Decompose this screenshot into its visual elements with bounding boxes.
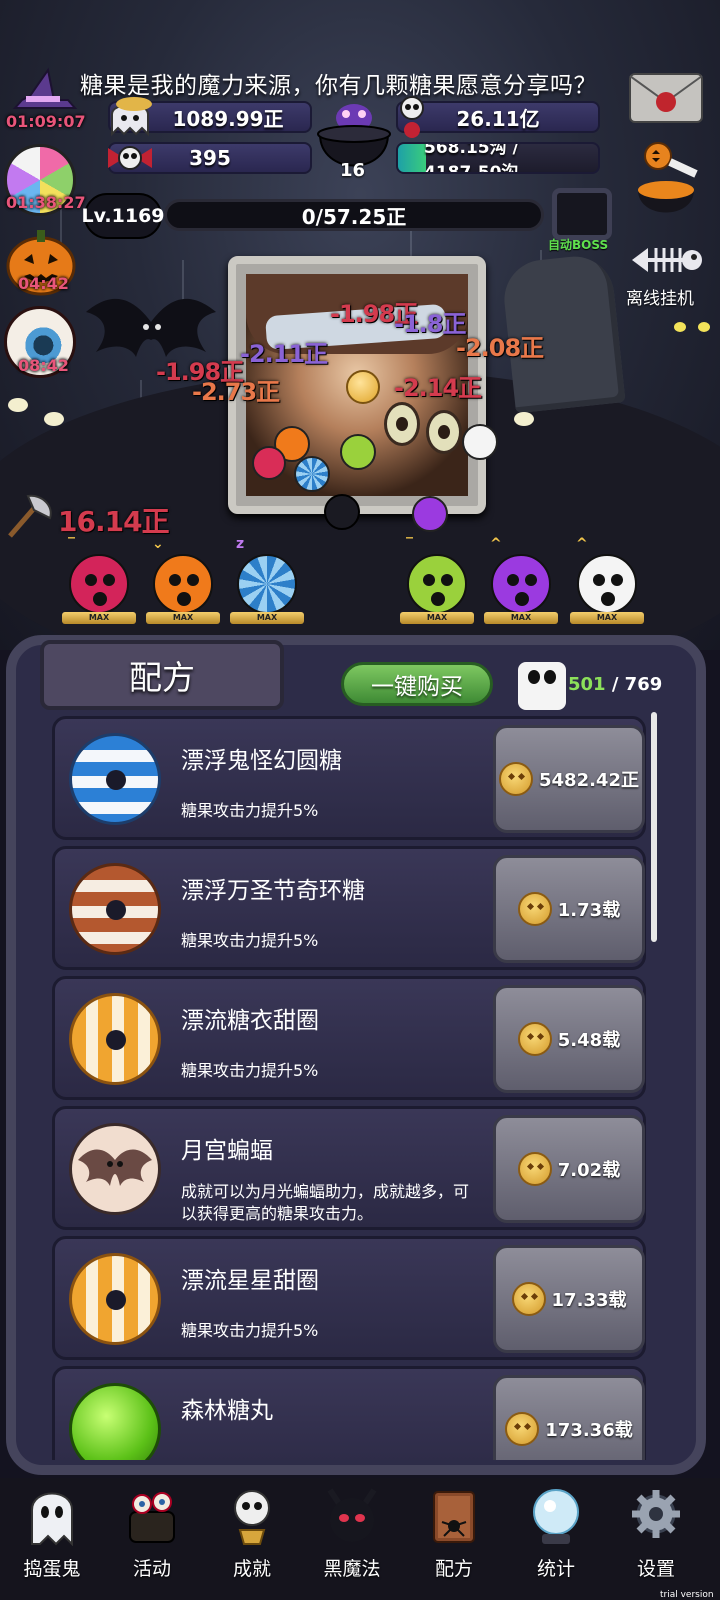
orange-donut-icon [69, 993, 161, 1085]
recipe-name: 漂浮鬼怪幻圆糖 [181, 748, 342, 774]
recipe-price: 5.48载 [557, 1030, 621, 1051]
nav-label: 黑魔法 [323, 1558, 381, 1580]
buy-recipe-button[interactable]: 1.73载 [493, 855, 645, 963]
nav-achievements[interactable]: 成就 [202, 1486, 298, 1596]
crystal-ball-icon [533, 1489, 579, 1544]
nav-label: 配方 [434, 1558, 473, 1580]
recipe-price: 17.33载 [551, 1290, 627, 1311]
recipe-list: 漂浮鬼怪幻圆糖 糖果攻击力提升5% 5482.42正 漂浮万圣节奇环糖 糖果攻击… [0, 0, 720, 1460]
recipe-item: 漂浮万圣节奇环糖 糖果攻击力提升5% 1.73载 [52, 846, 646, 970]
recipe-item: 漂流星星甜圈 糖果攻击力提升5% 17.33载 [52, 1236, 646, 1360]
pumpkin-coin-icon [499, 762, 533, 796]
star-donut-icon [69, 1253, 161, 1345]
nav-stats[interactable]: 统计 [506, 1486, 602, 1596]
recipe-desc: 糖果攻击力提升5% [181, 1321, 319, 1340]
eyeball-cake-icon [129, 1492, 175, 1543]
recipe-price: 173.36载 [545, 1420, 633, 1441]
recipe-name: 漂浮万圣节奇环糖 [181, 878, 365, 904]
recipe-price: 1.73载 [557, 900, 621, 921]
recipe-desc: 糖果攻击力提升5% [181, 931, 319, 950]
striped-donut-icon [69, 733, 161, 825]
buy-recipe-button[interactable]: 17.33载 [493, 1245, 645, 1353]
recipe-name: 森林糖丸 [181, 1398, 273, 1424]
brown-striped-donut-icon [69, 863, 161, 955]
pumpkin-coin-icon [517, 1022, 552, 1056]
pumpkin-coin-icon [505, 1412, 540, 1446]
buy-recipe-button[interactable]: 7.02载 [493, 1115, 645, 1223]
nav-label: 统计 [536, 1558, 575, 1580]
recipe-desc: 糖果攻击力提升5% [181, 1061, 319, 1080]
skull-trophy-icon [234, 1490, 270, 1545]
nav-label: 设置 [636, 1558, 675, 1580]
pumpkin-coin-icon [517, 1152, 552, 1186]
nav-settings[interactable]: 设置 [606, 1486, 702, 1596]
watermark: trial version [660, 1590, 714, 1600]
recipe-book-icon [433, 1491, 475, 1543]
moon-bat-icon [69, 1123, 161, 1215]
bottom-nav: 捣蛋鬼 活动 成就 黑魔法 配方 统计 设置 [0, 1478, 720, 1600]
recipe-price: 5482.42正 [539, 770, 639, 791]
nav-label: 活动 [132, 1558, 171, 1580]
recipe-item: 漂流糖衣甜圈 糖果攻击力提升5% 5.48载 [52, 976, 646, 1100]
recipe-item: 漂浮鬼怪幻圆糖 糖果攻击力提升5% 5482.42正 [52, 716, 646, 840]
gear-icon [632, 1490, 680, 1538]
pumpkin-coin-icon [511, 1282, 546, 1316]
recipe-desc: 糖果攻击力提升5% [181, 801, 319, 820]
recipe-desc: 成就可以为月光蝙蝠助力，成就越多，可以获得更高的糖果攻击力。 [181, 1182, 470, 1223]
nav-label: 捣蛋鬼 [23, 1558, 81, 1580]
pumpkin-coin-icon [517, 892, 552, 926]
recipe-name: 漂流星星甜圈 [181, 1268, 319, 1294]
recipe-name: 月宫蝙蝠 [181, 1138, 273, 1164]
buy-recipe-button[interactable]: 5.48载 [493, 985, 645, 1093]
recipe-name: 漂流糖衣甜圈 [181, 1008, 319, 1034]
nav-label: 成就 [232, 1558, 271, 1580]
nav-events[interactable]: 活动 [102, 1486, 198, 1596]
nav-ghost[interactable]: 捣蛋鬼 [2, 1486, 98, 1596]
buy-recipe-button[interactable]: 173.36载 [493, 1375, 645, 1460]
recipe-price: 7.02载 [557, 1160, 621, 1181]
recipe-item: 月宫蝙蝠 成就可以为月光蝙蝠助力，成就越多，可以获得更高的糖果攻击力。 7.02… [52, 1106, 646, 1230]
ghost-icon [31, 1492, 73, 1546]
nav-black-magic[interactable]: 黑魔法 [302, 1486, 398, 1596]
buy-recipe-button[interactable]: 5482.42正 [493, 725, 645, 833]
demon-icon [327, 1488, 377, 1542]
recipe-item: 森林糖丸 173.36载 [52, 1366, 646, 1460]
nav-recipes[interactable]: 配方 [404, 1486, 500, 1596]
green-candy-ball-icon [69, 1383, 161, 1460]
